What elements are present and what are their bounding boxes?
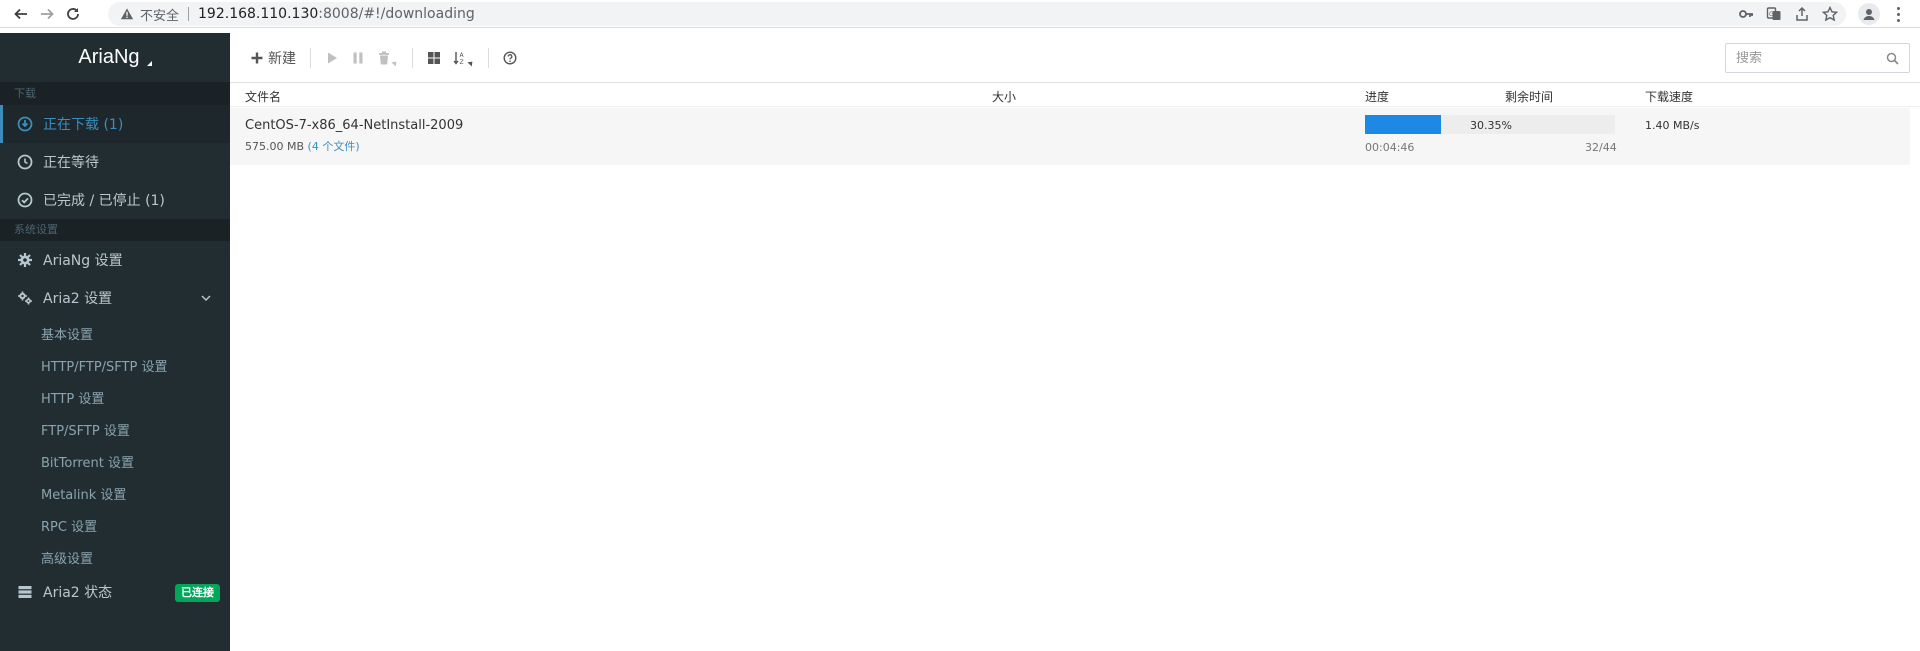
task-size: 575.00 MB (4 个文件): [245, 138, 360, 154]
column-header-progress[interactable]: 进度: [1365, 88, 1389, 105]
main-content: 新建 AZ 文件名 大小 进度 剩: [230, 33, 1920, 651]
sidebar-subitem-http[interactable]: HTTP 设置: [0, 381, 230, 413]
url-path: :8008/#!/downloading: [318, 6, 475, 22]
sidebar-item-label: Aria2 设置: [43, 291, 113, 307]
bookmark-star-icon[interactable]: [1822, 6, 1838, 22]
search-icon[interactable]: [1886, 52, 1899, 65]
sidebar-item-label: AriaNg 设置: [43, 253, 123, 269]
sidebar-item-ariang-settings[interactable]: AriaNg 设置: [0, 241, 230, 279]
progress-percent: 30.35%: [1470, 119, 1512, 132]
sidebar-item-label: 正在下载 (1): [43, 117, 124, 133]
column-header-name[interactable]: 文件名: [245, 88, 281, 105]
sidebar-item-label: Aria2 状态: [43, 585, 113, 601]
new-task-button[interactable]: 新建: [244, 43, 302, 73]
toolbar-divider: [488, 47, 489, 68]
logo-dropdown-caret-icon: [142, 61, 152, 66]
svg-text:A: A: [460, 52, 465, 59]
sidebar-subitem-http-ftp-sftp[interactable]: HTTP/FTP/SFTP 设置: [0, 349, 230, 381]
grid-icon: [428, 51, 440, 64]
progress-bar-fill: [1365, 115, 1441, 134]
plus-icon: [251, 52, 263, 63]
translate-icon[interactable]: G: [1766, 6, 1782, 22]
check-circle-icon: [17, 192, 33, 208]
svg-text:G: G: [1769, 11, 1774, 18]
back-icon[interactable]: [8, 1, 34, 27]
browser-menu-icon[interactable]: [1890, 5, 1906, 23]
sidebar-item-stopped[interactable]: 已完成 / 已停止 (1): [0, 181, 230, 219]
table-row[interactable]: CentOS-7-x86_64-NetInstall-2009 575.00 M…: [230, 108, 1910, 165]
play-icon: [328, 52, 337, 63]
sort-alpha-icon: AZ: [453, 51, 465, 65]
delete-dropdown-caret-icon: [391, 58, 399, 67]
sidebar-item-downloading[interactable]: 正在下载 (1): [0, 105, 230, 143]
omnibox-divider: [188, 7, 190, 21]
sort-dropdown-caret-icon: [467, 58, 475, 67]
question-circle-icon: [503, 50, 517, 65]
gears-icon: [17, 290, 33, 306]
sidebar-subitem-advanced[interactable]: 高级设置: [0, 541, 230, 573]
connection-status-badge: 已连接: [175, 584, 220, 602]
sidebar-subitem-basic[interactable]: 基本设置: [0, 317, 230, 349]
app-logo: AriaNg: [78, 46, 140, 68]
download-circle-icon: [17, 116, 33, 132]
help-button[interactable]: [497, 43, 523, 73]
sidebar-subitem-bittorrent[interactable]: BitTorrent 设置: [0, 445, 230, 477]
task-size-value: 575.00 MB: [245, 140, 305, 153]
download-speed: 1.40 MB/s: [1645, 119, 1700, 132]
task-files-link[interactable]: (4 个文件): [308, 140, 360, 153]
trash-icon: [379, 51, 389, 64]
reload-icon[interactable]: [60, 1, 86, 27]
warning-icon: [120, 8, 134, 20]
insecure-label: 不安全: [140, 8, 180, 24]
search-input[interactable]: [1736, 50, 1876, 66]
column-header-remaining[interactable]: 剩余时间: [1505, 88, 1553, 105]
search-box[interactable]: [1725, 43, 1910, 73]
task-file-name[interactable]: CentOS-7-x86_64-NetInstall-2009: [245, 118, 463, 133]
chevron-down-icon[interactable]: [200, 292, 212, 304]
sort-button[interactable]: AZ: [447, 43, 480, 73]
sidebar-item-label: 正在等待: [43, 155, 99, 171]
column-header-size[interactable]: 大小: [992, 88, 1016, 105]
svg-text:Z: Z: [460, 59, 464, 65]
section-header-download: 下载: [0, 83, 230, 105]
task-table-header: 文件名 大小 进度 剩余时间 下载速度: [230, 83, 1920, 107]
select-all-button[interactable]: [421, 43, 447, 73]
column-header-speed[interactable]: 下载速度: [1645, 88, 1693, 105]
new-task-label: 新建: [268, 50, 296, 67]
key-icon[interactable]: [1738, 6, 1754, 22]
connections-count: 32/44: [1585, 141, 1617, 154]
profile-avatar-icon[interactable]: [1858, 3, 1880, 25]
sidebar-item-waiting[interactable]: 正在等待: [0, 143, 230, 181]
resume-button[interactable]: [319, 43, 345, 73]
delete-button[interactable]: [371, 43, 404, 73]
share-icon[interactable]: [1794, 6, 1810, 22]
sidebar: AriaNg 下载 正在下载 (1) 正在等待 已完成 / 已停止 (1) 系统…: [0, 33, 230, 651]
sidebar-subitem-metalink[interactable]: Metalink 设置: [0, 477, 230, 509]
pause-button[interactable]: [345, 43, 371, 73]
sidebar-subitem-ftp-sftp[interactable]: FTP/SFTP 设置: [0, 413, 230, 445]
pause-icon: [353, 52, 363, 63]
sidebar-item-aria2-settings[interactable]: Aria2 设置: [0, 279, 230, 317]
clock-icon: [17, 154, 33, 170]
section-header-settings: 系统设置: [0, 219, 230, 241]
logo-bar[interactable]: AriaNg: [0, 33, 230, 83]
sidebar-item-label: 已完成 / 已停止 (1): [43, 193, 165, 209]
url-host: 192.168.110.130: [198, 6, 319, 22]
forward-icon[interactable]: [34, 1, 60, 27]
toolbar-divider: [412, 47, 413, 68]
gear-icon: [17, 252, 33, 268]
browser-toolbar: 不安全 192.168.110.130:8008/#!/downloading …: [0, 0, 1920, 28]
remaining-time: 00:04:46: [1365, 141, 1415, 154]
address-bar[interactable]: 不安全 192.168.110.130:8008/#!/downloading …: [108, 2, 1846, 26]
server-icon: [17, 584, 33, 600]
task-toolbar: 新建 AZ: [230, 33, 1920, 83]
toolbar-divider: [310, 47, 311, 68]
sidebar-subitem-rpc[interactable]: RPC 设置: [0, 509, 230, 541]
sidebar-item-aria2-status[interactable]: Aria2 状态 已连接: [0, 573, 230, 611]
